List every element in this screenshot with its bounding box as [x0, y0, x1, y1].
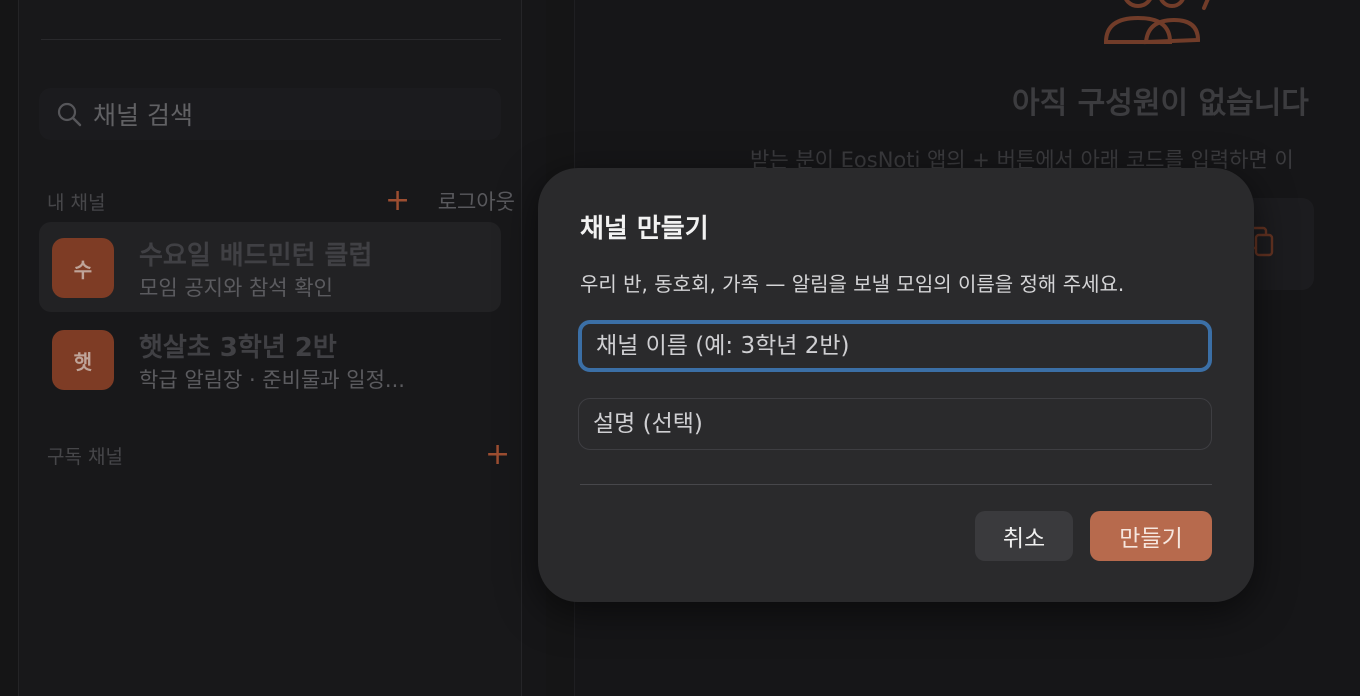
- dialog-title: 채널 만들기: [580, 214, 709, 244]
- cancel-button[interactable]: 취소: [975, 511, 1073, 561]
- dialog-description: 우리 반, 동호회, 가족 — 알림을 보낼 모임의 이름을 정해 주세요.: [580, 272, 1125, 296]
- dialog-divider: [580, 484, 1212, 485]
- channel-description-input[interactable]: [578, 398, 1212, 450]
- app-window: 채널 검색 내 채널 + 로그아웃 수 수요일 배드민턴 클럽 모임 공지와 참…: [0, 0, 1360, 696]
- create-channel-dialog: 채널 만들기 우리 반, 동호회, 가족 — 알림을 보낼 모임의 이름을 정해…: [538, 168, 1254, 602]
- channel-name-input[interactable]: [578, 320, 1212, 372]
- create-button[interactable]: 만들기: [1090, 511, 1212, 561]
